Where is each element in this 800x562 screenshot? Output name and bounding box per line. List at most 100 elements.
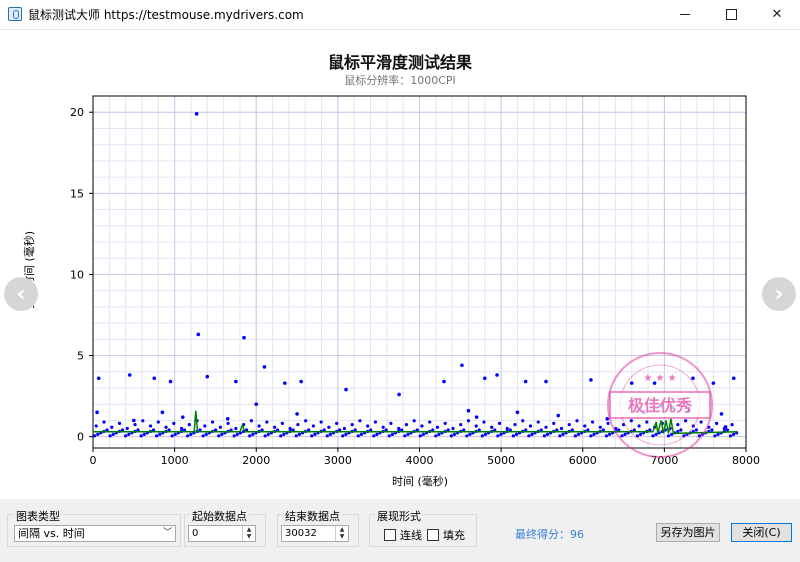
data-point	[187, 423, 191, 427]
data-point	[523, 379, 528, 384]
data-point	[242, 335, 246, 340]
data-point	[94, 424, 98, 428]
data-point	[139, 434, 143, 438]
data-point	[125, 426, 129, 431]
data-point	[545, 432, 550, 436]
data-point	[434, 434, 438, 438]
data-point	[127, 432, 131, 436]
data-point	[220, 432, 224, 436]
data-point	[420, 424, 424, 428]
data-point	[598, 425, 602, 429]
chevron-left-icon[interactable]: ‹	[4, 277, 38, 311]
data-point	[460, 363, 464, 368]
close-window-button[interactable]: ✕	[754, 0, 800, 29]
x-tick-label: 2000	[242, 454, 270, 467]
data-point	[412, 419, 416, 423]
data-point	[265, 420, 269, 424]
data-point	[218, 425, 222, 429]
data-point	[310, 434, 314, 438]
data-point	[342, 426, 347, 431]
save-image-button[interactable]: 另存为图片	[656, 523, 720, 542]
data-point	[699, 420, 703, 424]
data-point	[170, 434, 174, 438]
data-point	[421, 432, 426, 436]
start-point-input[interactable]: 0 ▲ ▼	[188, 525, 256, 542]
spinner-icon[interactable]: ▲ ▼	[335, 526, 348, 541]
x-tick-label: 6000	[569, 454, 597, 467]
data-point	[110, 425, 114, 429]
data-point	[381, 425, 385, 429]
end-point-value: 30032	[285, 528, 317, 539]
data-point	[132, 418, 136, 423]
data-point	[480, 434, 484, 438]
data-point	[205, 374, 210, 379]
data-point	[108, 434, 112, 438]
data-point	[728, 434, 733, 438]
line-checkbox[interactable]: 连线	[384, 527, 422, 543]
data-point	[514, 432, 519, 436]
y-tick-label: 0	[77, 431, 84, 444]
data-point	[95, 410, 99, 415]
data-point	[638, 432, 643, 436]
data-point	[521, 419, 525, 423]
chart-panel: 鼠标平滑度测试结果 鼠标分辨率：1000CPI 更新时间 (毫秒) 时间 (毫秒…	[0, 30, 800, 499]
end-point-input[interactable]: 30032 ▲ ▼	[281, 525, 349, 542]
data-point	[483, 376, 487, 381]
data-point	[313, 432, 317, 436]
data-point	[575, 419, 579, 423]
data-point	[723, 425, 728, 429]
data-point	[359, 432, 363, 436]
chevron-right-icon[interactable]: ›	[762, 277, 796, 311]
data-point	[583, 424, 587, 428]
data-point	[651, 434, 655, 438]
data-point	[168, 379, 173, 384]
data-point	[328, 432, 332, 436]
data-point	[124, 434, 128, 438]
data-point	[437, 432, 441, 436]
data-point	[397, 426, 401, 431]
data-point	[468, 432, 472, 436]
data-point	[325, 434, 329, 438]
close-button[interactable]: 关闭(C)	[731, 523, 792, 542]
data-point	[251, 432, 255, 436]
data-point	[295, 412, 299, 416]
close-icon: ✕	[771, 7, 783, 22]
data-point	[629, 381, 634, 385]
data-point	[142, 432, 146, 436]
data-point	[257, 424, 261, 428]
data-point	[505, 426, 509, 431]
data-point	[604, 434, 609, 438]
data-point	[606, 421, 610, 425]
data-point	[730, 423, 734, 427]
data-point	[499, 432, 503, 436]
data-point	[511, 434, 515, 438]
data-point	[350, 423, 354, 427]
data-point	[172, 421, 176, 425]
data-point	[666, 434, 671, 438]
minimize-button[interactable]	[662, 0, 708, 29]
data-point	[158, 432, 162, 436]
data-point	[280, 421, 284, 425]
data-point	[373, 420, 378, 424]
data-point	[117, 421, 122, 425]
data-point	[279, 434, 283, 438]
y-tick-label: 5	[77, 350, 84, 363]
data-point	[482, 420, 486, 424]
data-point	[133, 423, 137, 427]
data-point	[490, 425, 494, 429]
spinner-icon[interactable]: ▲ ▼	[242, 526, 255, 541]
maximize-button[interactable]	[708, 0, 754, 29]
data-point	[102, 420, 106, 424]
data-point	[390, 432, 395, 436]
data-point	[552, 421, 556, 425]
title-bar: 鼠标测试大师 https://testmouse.mydrivers.com ✕	[0, 0, 800, 30]
data-point	[605, 417, 610, 421]
data-point	[127, 373, 132, 377]
data-point	[232, 434, 236, 438]
data-point	[561, 432, 565, 436]
data-point	[203, 424, 207, 428]
fill-checkbox[interactable]: 填充	[427, 527, 465, 543]
data-point	[344, 387, 348, 392]
data-point	[344, 432, 348, 436]
chart-type-select[interactable]: 间隔 vs. 时间 ﹀	[14, 525, 176, 542]
